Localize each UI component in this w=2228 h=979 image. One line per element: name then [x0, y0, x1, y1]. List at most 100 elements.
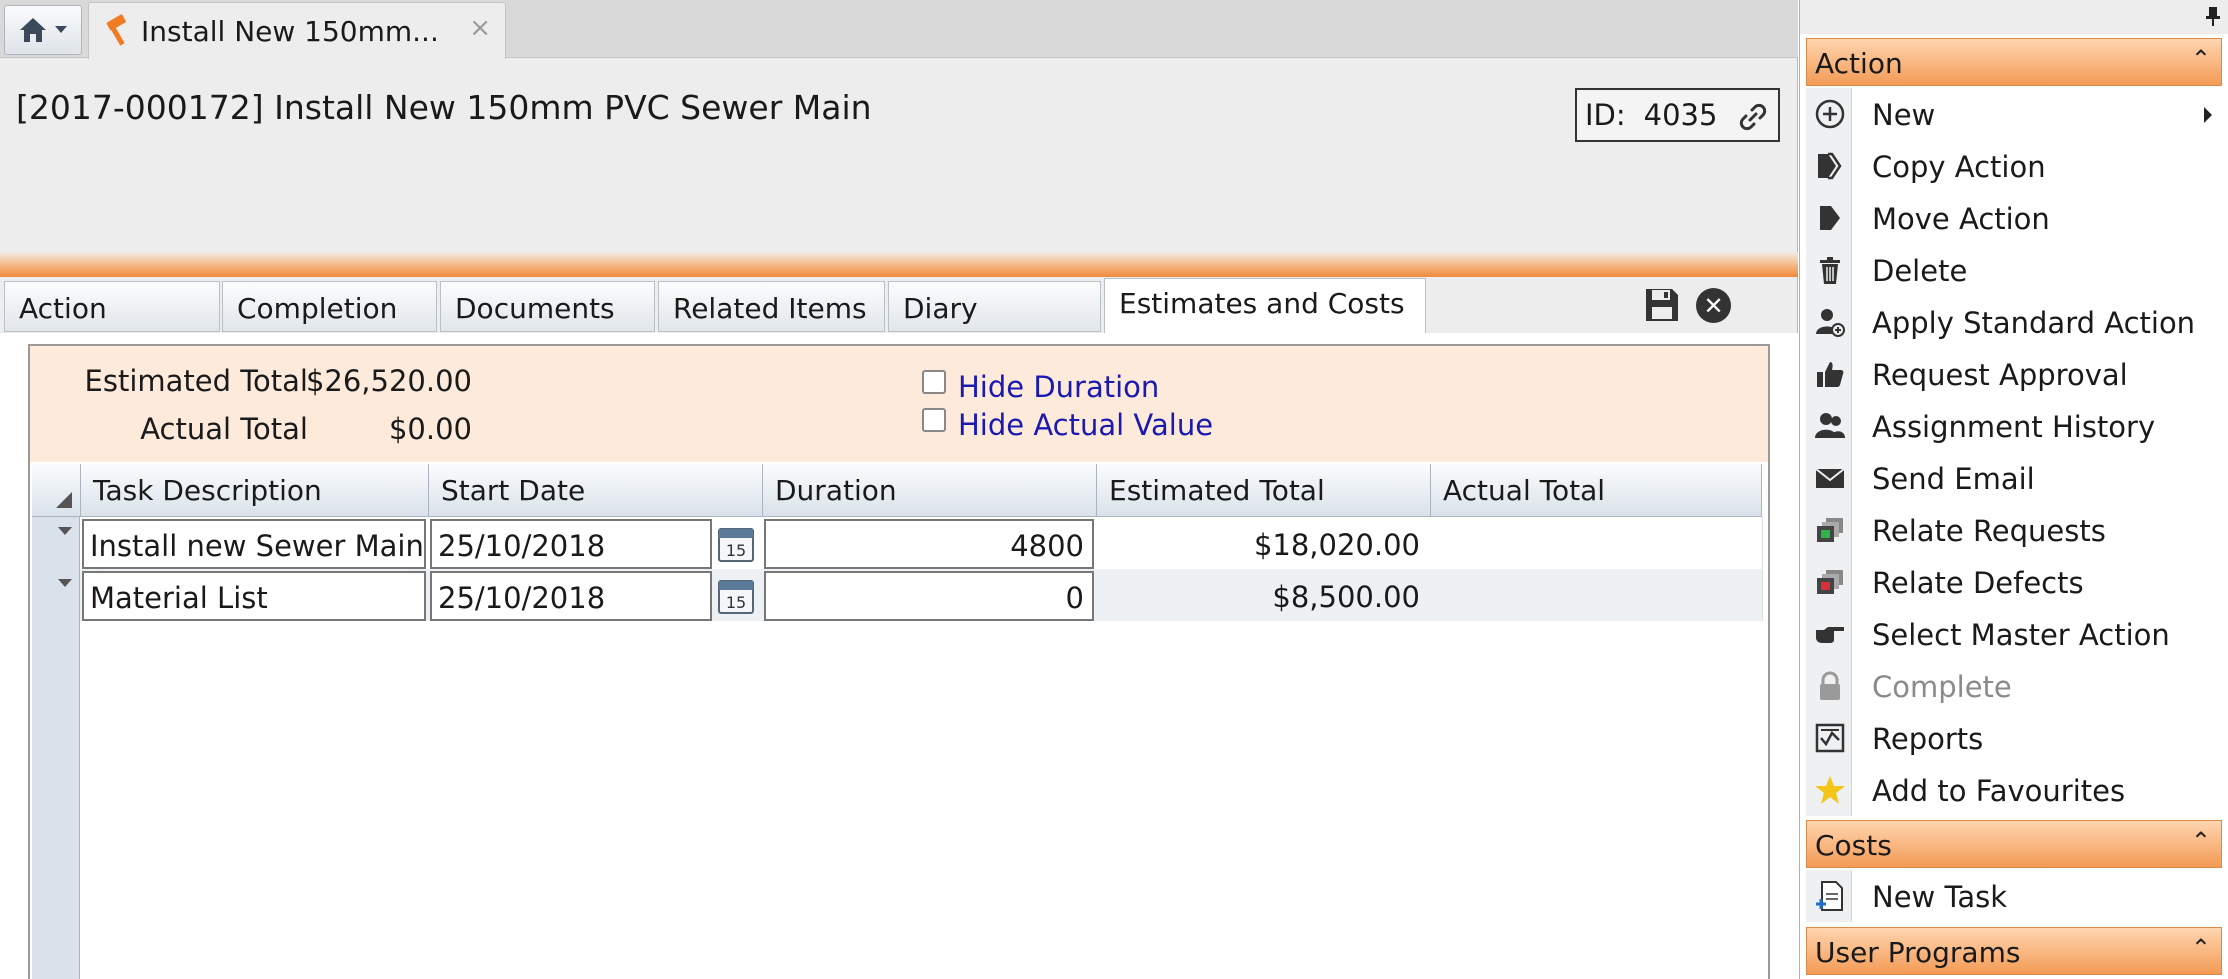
relate-defects-icon	[1817, 570, 1843, 594]
actual-total-value: $0.00	[388, 412, 472, 446]
estimated-total-value: $26,520.00	[305, 364, 472, 398]
task-description-input[interactable]: Install new Sewer Main	[82, 519, 426, 569]
sidebar-item-relate-requests[interactable]: Relate Requests	[1806, 505, 2222, 557]
estimated-total-cell: $18,020.00	[1253, 528, 1420, 562]
sidebar-item-relate-defects[interactable]: Relate Defects	[1806, 557, 2222, 609]
record-id-box: ID: 4035	[1575, 88, 1780, 142]
tab-completion[interactable]: Completion	[222, 281, 437, 332]
plus-circle-icon	[1815, 99, 1845, 129]
sidebar-item-send-email[interactable]: Send Email	[1806, 453, 2222, 505]
link-icon[interactable]	[1738, 102, 1768, 132]
start-date-input[interactable]: 25/10/2018	[430, 571, 712, 621]
sidebar-item-copy-action[interactable]: Copy Action	[1806, 141, 2222, 193]
sidebar-item-label: New	[1872, 98, 1936, 132]
hide-duration-label[interactable]: Hide Duration	[958, 370, 1159, 404]
estimated-total-cell: $8,500.00	[1272, 580, 1420, 614]
sidebar-item-label: Delete	[1872, 254, 1968, 288]
sidebar-section-action-label: Action	[1815, 47, 1903, 80]
duration-input[interactable]: 0	[764, 571, 1094, 621]
chevron-up-icon[interactable]: ⌃	[2191, 934, 2211, 962]
pointing-hand-icon	[1816, 627, 1844, 643]
row-expand-icon[interactable]	[58, 527, 72, 535]
pin-icon[interactable]	[2205, 6, 2221, 26]
tab-documents[interactable]: Documents	[440, 281, 655, 332]
home-menu-button[interactable]	[4, 5, 82, 55]
calendar-day-text: 15	[726, 541, 746, 560]
calendar-icon[interactable]: 15	[718, 526, 754, 562]
chevron-up-icon[interactable]: ⌃	[2191, 827, 2211, 855]
chevron-down-icon	[55, 26, 67, 33]
sidebar-item-assignment-history[interactable]: Assignment History	[1806, 401, 2222, 453]
row-expand-icon[interactable]	[58, 579, 72, 587]
chevron-up-icon[interactable]: ⌃	[2191, 45, 2211, 73]
id-value: 4035	[1643, 98, 1718, 132]
select-all-corner-icon[interactable]	[54, 490, 74, 510]
column-header-task-description[interactable]: Task Description	[80, 464, 428, 517]
task-description-input[interactable]: Material List	[82, 571, 426, 621]
column-header-estimated-total[interactable]: Estimated Total	[1096, 464, 1430, 517]
tab-related-items[interactable]: Related Items	[658, 281, 885, 332]
close-tab-icon[interactable]: ×	[469, 13, 491, 43]
calendar-icon[interactable]: 15	[718, 578, 754, 614]
star-icon	[1815, 776, 1845, 804]
sidebar-item-apply-standard-action[interactable]: Apply Standard Action	[1806, 297, 2222, 349]
sidebar-item-label: Apply Standard Action	[1872, 306, 2196, 340]
relate-requests-icon	[1817, 518, 1843, 542]
sidebar-item-label: Complete	[1872, 670, 2012, 704]
sidebar-item-delete[interactable]: Delete	[1806, 245, 2222, 297]
sidebar-section-costs-label: Costs	[1815, 829, 1892, 862]
copy-action-icon	[1818, 152, 1842, 180]
sidebar-item-label: Move Action	[1872, 202, 2050, 236]
column-header-start-date[interactable]: Start Date	[428, 464, 762, 517]
sidebar-item-label: Copy Action	[1872, 150, 2046, 184]
save-icon[interactable]	[1644, 287, 1680, 323]
document-tab-label: Install New 150mm...	[141, 14, 439, 48]
sidebar-item-label: New Task	[1872, 880, 2008, 914]
sidebar-item-label: Send Email	[1872, 462, 2035, 496]
column-divider	[1762, 517, 1763, 621]
sidebar-item-label: Reports	[1872, 722, 1984, 756]
sidebar-item-complete[interactable]: Complete	[1806, 661, 2222, 713]
sidebar-item-label: Relate Defects	[1872, 566, 2084, 600]
sidebar-item-reports[interactable]: Reports	[1806, 713, 2222, 765]
sidebar-item-label: Relate Requests	[1872, 514, 2106, 548]
document-tab[interactable]: Install New 150mm... ×	[88, 2, 506, 59]
tab-action[interactable]: Action	[4, 281, 220, 332]
actual-total-label: Actual Total	[140, 412, 308, 446]
home-icon	[20, 18, 46, 42]
sidebar-item-label: Request Approval	[1872, 358, 2128, 392]
close-record-button[interactable]: ✕	[1696, 288, 1731, 323]
id-label: ID:	[1585, 98, 1626, 132]
envelope-icon	[1815, 468, 1845, 488]
hide-actual-value-checkbox[interactable]	[922, 408, 946, 432]
duration-input[interactable]: 4800	[764, 519, 1094, 569]
row-selector-column	[32, 517, 80, 979]
tab-diary[interactable]: Diary	[888, 281, 1101, 332]
sidebar-item-select-master-action[interactable]: Select Master Action	[1806, 609, 2222, 661]
users-icon	[1815, 413, 1845, 438]
estimated-total-label: Estimated Total	[84, 364, 308, 398]
sidebar-section-costs[interactable]: Costs ⌃	[1806, 820, 2222, 868]
sidebar-item-add-to-favourites[interactable]: Add to Favourites	[1806, 765, 2222, 817]
sidebar-item-label: Add to Favourites	[1872, 774, 2126, 808]
hide-duration-checkbox[interactable]	[922, 370, 946, 394]
thumbs-up-icon	[1817, 362, 1844, 387]
column-header-duration[interactable]: Duration	[762, 464, 1096, 517]
sidebar-item-label: Select Master Action	[1872, 618, 2170, 652]
sidebar-item-move-action[interactable]: Move Action	[1806, 193, 2222, 245]
page-title: [2017-000172] Install New 150mm PVC Sewe…	[16, 88, 872, 127]
totals-summary: Estimated Total $26,520.00 Actual Total …	[30, 346, 1768, 462]
sidebar-section-action[interactable]: Action ⌃	[1806, 38, 2222, 86]
sidebar-item-new-task[interactable]: New Task	[1806, 871, 2222, 923]
new-task-icon	[1816, 881, 1843, 911]
column-header-actual-total[interactable]: Actual Total	[1430, 464, 1762, 517]
tab-estimates-and-costs[interactable]: Estimates and Costs	[1104, 278, 1426, 333]
header-accent-band	[0, 252, 1798, 277]
hide-actual-value-label[interactable]: Hide Actual Value	[958, 408, 1213, 442]
sidebar-item-new[interactable]: New	[1806, 89, 2222, 141]
sidebar-item-request-approval[interactable]: Request Approval	[1806, 349, 2222, 401]
sidebar-section-user-programs-label: User Programs	[1815, 936, 2021, 969]
sidebar-section-user-programs[interactable]: User Programs ⌃	[1806, 927, 2222, 975]
start-date-input[interactable]: 25/10/2018	[430, 519, 712, 569]
hammer-icon	[106, 14, 126, 46]
